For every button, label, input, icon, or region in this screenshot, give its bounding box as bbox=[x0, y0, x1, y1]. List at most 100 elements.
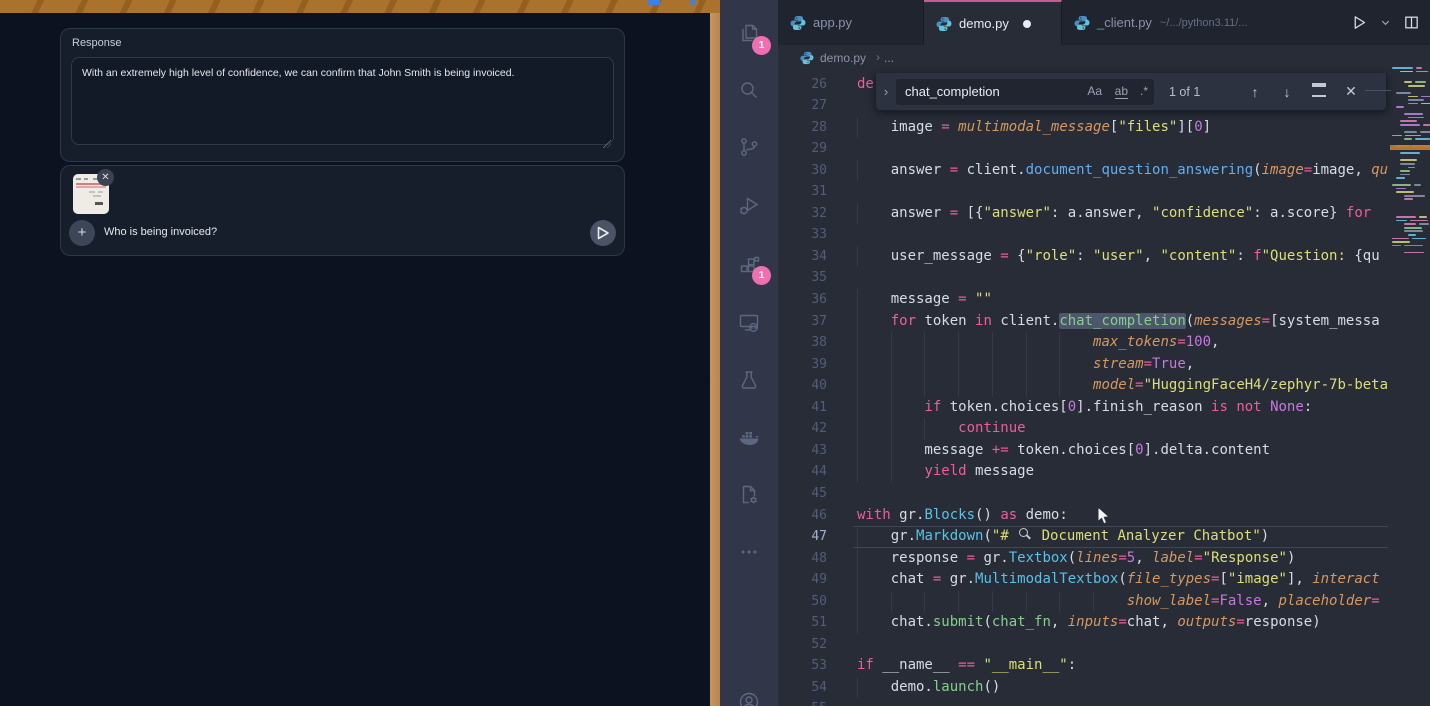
code-line[interactable]: 47 gr.Markdown("# Document Analyzer Chat… bbox=[778, 526, 1388, 548]
python-icon bbox=[1074, 15, 1090, 31]
mouse-cursor bbox=[1097, 506, 1111, 526]
code-line[interactable]: 46with gr.Blocks() as demo: bbox=[778, 505, 1388, 527]
resize-handle-icon[interactable] bbox=[603, 140, 611, 148]
split-editor-icon[interactable] bbox=[1403, 14, 1420, 31]
find-widget: › Aa ab .* 1 of 1 ↑ ↓ ✕ bbox=[875, 73, 1387, 111]
thumb-line bbox=[76, 186, 106, 188]
code-line[interactable]: 34 user_message = {"role": "user", "cont… bbox=[778, 246, 1388, 268]
unsaved-dot-icon[interactable] bbox=[1023, 20, 1031, 28]
thumb-line bbox=[89, 191, 95, 193]
breadcrumb-more[interactable]: ... bbox=[884, 51, 894, 65]
code-line[interactable]: 44 yield message bbox=[778, 461, 1388, 483]
remove-attachment-button[interactable]: ✕ bbox=[97, 169, 114, 186]
search-icon[interactable] bbox=[737, 78, 761, 102]
extensions-badge: 1 bbox=[752, 266, 771, 285]
find-toggle-replace-icon[interactable]: › bbox=[876, 84, 896, 99]
thumb-line bbox=[84, 178, 88, 180]
tab-description: ~/.../python3.11/... bbox=[1160, 17, 1248, 29]
tab-label: _client.py bbox=[1097, 15, 1152, 30]
more-actions-icon[interactable] bbox=[737, 540, 761, 564]
activity-bar: 1 1 bbox=[720, 0, 778, 706]
code-line[interactable]: 31 bbox=[778, 181, 1388, 203]
code-line[interactable]: 33 bbox=[778, 224, 1388, 246]
wallpaper-speck bbox=[648, 0, 660, 5]
send-button[interactable] bbox=[590, 220, 616, 246]
breadcrumb: demo.py › ... bbox=[778, 45, 1430, 70]
tab-client-py[interactable]: _client.py ~/.../python3.11/... bbox=[1062, 0, 1342, 45]
code-line[interactable]: 45 bbox=[778, 483, 1388, 505]
chat-question-text[interactable]: Who is being invoiced? bbox=[104, 226, 217, 238]
code-line[interactable]: 49 chat = gr.MultimodalTextbox(file_type… bbox=[778, 569, 1388, 591]
response-block: Response With an extremely high level of… bbox=[60, 28, 625, 162]
add-file-button[interactable]: + bbox=[69, 220, 95, 246]
desktop-wallpaper-strip bbox=[710, 13, 720, 706]
find-results-count: 1 of 1 bbox=[1169, 85, 1231, 99]
remote-explorer-icon[interactable] bbox=[737, 311, 761, 335]
send-play-icon bbox=[596, 225, 611, 241]
run-button-icon[interactable] bbox=[1351, 14, 1368, 31]
tab-label: app.py bbox=[813, 15, 852, 30]
chevron-down-icon[interactable] bbox=[1380, 17, 1391, 28]
code-line[interactable]: 55 bbox=[778, 698, 1388, 706]
thumb-line bbox=[93, 195, 101, 197]
whole-word-icon[interactable]: ab bbox=[1115, 84, 1128, 99]
code-line[interactable]: 38 max_tokens=100, bbox=[778, 332, 1388, 354]
docker-icon[interactable] bbox=[737, 425, 761, 449]
testing-icon[interactable] bbox=[737, 368, 761, 392]
vscode-window: 26de2728 image = multimodal_message["fil… bbox=[720, 0, 1430, 706]
find-previous-icon[interactable]: ↑ bbox=[1247, 84, 1263, 100]
breadcrumb-file[interactable]: demo.py bbox=[820, 51, 866, 65]
source-control-icon[interactable] bbox=[737, 135, 761, 159]
thumb-line bbox=[95, 202, 103, 205]
code-line[interactable]: 48 response = gr.Textbox(lines=5, label=… bbox=[778, 548, 1388, 570]
python-icon bbox=[936, 16, 952, 32]
code-line[interactable]: 37 for token in client.chat_completion(m… bbox=[778, 311, 1388, 333]
code-line[interactable]: 30 answer = client.document_question_ans… bbox=[778, 160, 1388, 182]
python-icon bbox=[790, 15, 806, 31]
code-line[interactable]: 35 bbox=[778, 267, 1388, 289]
editor-actions bbox=[1341, 0, 1430, 45]
thumb-line bbox=[98, 191, 103, 193]
match-case-icon[interactable]: Aa bbox=[1087, 84, 1102, 98]
wallpaper-speck bbox=[690, 0, 696, 5]
screen: Response With an extremely high level of… bbox=[0, 0, 1430, 706]
code-line[interactable]: 43 message += token.choices[0].delta.con… bbox=[778, 440, 1388, 462]
find-input-wrap: Aa ab .* bbox=[896, 79, 1154, 105]
code-line[interactable]: 29 bbox=[778, 138, 1388, 160]
code-line[interactable]: 53if __name__ == "__main__": bbox=[778, 655, 1388, 677]
minimap[interactable] bbox=[1390, 45, 1430, 706]
thumb-line bbox=[76, 178, 81, 180]
tab-demo-py[interactable]: demo.py bbox=[924, 0, 1062, 45]
code-line[interactable]: 50 show_label=False, placeholder= bbox=[778, 591, 1388, 613]
code-line[interactable]: 42 continue bbox=[778, 418, 1388, 440]
multimodal-input-block: ✕ + Who is being invoiced? bbox=[60, 165, 625, 256]
tab-bar: app.py demo.py _client.py ~/.../python3.… bbox=[778, 0, 1430, 45]
gradio-app-window: Response With an extremely high level of… bbox=[0, 13, 710, 706]
close-icon: ✕ bbox=[101, 172, 109, 183]
explorer-badge: 1 bbox=[752, 36, 771, 55]
find-widget-sash[interactable] bbox=[1365, 90, 1391, 91]
breadcrumb-separator-icon: › bbox=[876, 50, 880, 64]
find-in-selection-icon[interactable] bbox=[1311, 83, 1327, 100]
tab-app-py[interactable]: app.py bbox=[778, 0, 924, 45]
find-close-icon[interactable]: ✕ bbox=[1343, 83, 1359, 100]
code-line[interactable]: 39 stream=True, bbox=[778, 354, 1388, 376]
account-icon[interactable] bbox=[737, 690, 761, 706]
code-line[interactable]: 51 chat.submit(chat_fn, inputs=chat, out… bbox=[778, 612, 1388, 634]
run-debug-icon[interactable] bbox=[737, 193, 761, 217]
python-icon bbox=[800, 51, 814, 65]
find-input[interactable] bbox=[896, 79, 1083, 105]
find-next-icon[interactable]: ↓ bbox=[1279, 84, 1295, 100]
snippets-file-icon[interactable] bbox=[737, 483, 761, 507]
code-line[interactable]: 52 bbox=[778, 634, 1388, 656]
code-line[interactable]: 41 if token.choices[0].finish_reason is … bbox=[778, 397, 1388, 419]
code-line[interactable]: 54 demo.launch() bbox=[778, 677, 1388, 699]
code-line[interactable]: 36 message = "" bbox=[778, 289, 1388, 311]
code-line[interactable]: 32 answer = [{"answer": a.answer, "confi… bbox=[778, 203, 1388, 225]
regex-icon[interactable]: .* bbox=[1140, 84, 1148, 98]
code-line[interactable]: 40 model="HuggingFaceH4/zephyr-7b-beta bbox=[778, 375, 1388, 397]
code-line[interactable]: 28 image = multimodal_message["files"][0… bbox=[778, 117, 1388, 139]
response-textarea[interactable]: With an extremely high level of confiden… bbox=[71, 57, 614, 145]
plus-icon: + bbox=[78, 224, 87, 241]
response-label: Response bbox=[72, 37, 122, 49]
